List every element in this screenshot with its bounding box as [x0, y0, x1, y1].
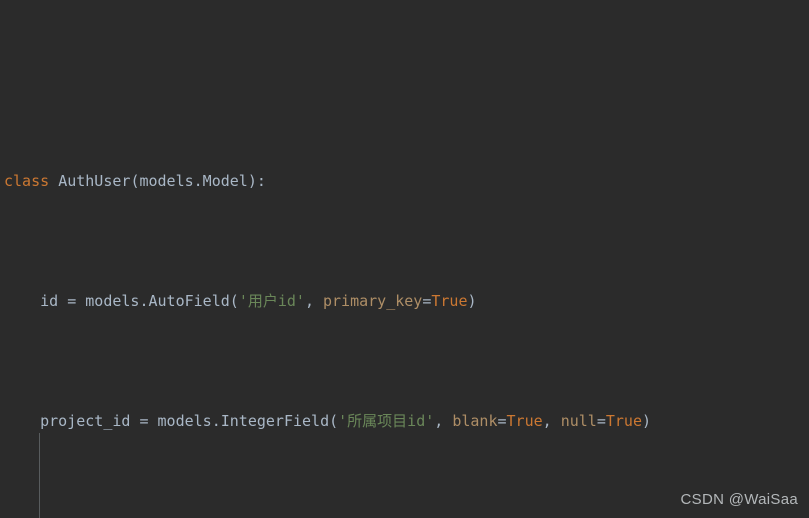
colon: : — [256, 172, 266, 190]
assign-operator: = — [130, 412, 158, 430]
kwarg-primary-key: primary_key — [323, 292, 423, 310]
kwarg-null: null — [560, 412, 597, 430]
kwarg-value: True — [506, 412, 543, 430]
code-line-2[interactable]: id = models.AutoField('用户id', primary_ke… — [0, 289, 809, 313]
paren-open: ( — [229, 292, 239, 310]
base-class-models-model: models.Model — [139, 172, 248, 190]
equals: = — [596, 412, 606, 430]
field-id: id — [40, 292, 59, 310]
kwarg-blank: blank — [452, 412, 498, 430]
verbose-label: '用户id' — [238, 292, 305, 310]
paren-close: ) — [642, 412, 652, 430]
field-project-id: project_id — [40, 412, 131, 430]
class-name-authuser: AuthUser — [58, 172, 131, 190]
paren-open: ( — [329, 412, 339, 430]
verbose-label: '所属项目id' — [338, 412, 435, 430]
keyword-class: class — [4, 172, 50, 190]
code-line-1[interactable]: class AuthUser(models.Model): — [0, 169, 809, 193]
paren-close: ) — [247, 172, 257, 190]
code-surface[interactable]: class AuthUser(models.Model): id = model… — [0, 1, 809, 518]
field-call-integerfield: models.IntegerField — [157, 412, 330, 430]
paren-close: ) — [467, 292, 477, 310]
kwarg-value: True — [605, 412, 642, 430]
field-call-autofield: models.AutoField — [85, 292, 230, 310]
kwarg-value: True — [431, 292, 468, 310]
comma: , — [542, 412, 561, 430]
indent-guide-meta-body — [39, 433, 40, 518]
csdn-watermark: CSDN @WaiSaa — [680, 491, 798, 508]
comma: , — [304, 292, 323, 310]
comma: , — [434, 412, 453, 430]
equals: = — [497, 412, 507, 430]
code-line-3[interactable]: project_id = models.IntegerField('所属项目id… — [0, 409, 809, 433]
assign-operator: = — [58, 292, 86, 310]
code-editor-viewport[interactable]: class AuthUser(models.Model): id = model… — [0, 0, 809, 518]
